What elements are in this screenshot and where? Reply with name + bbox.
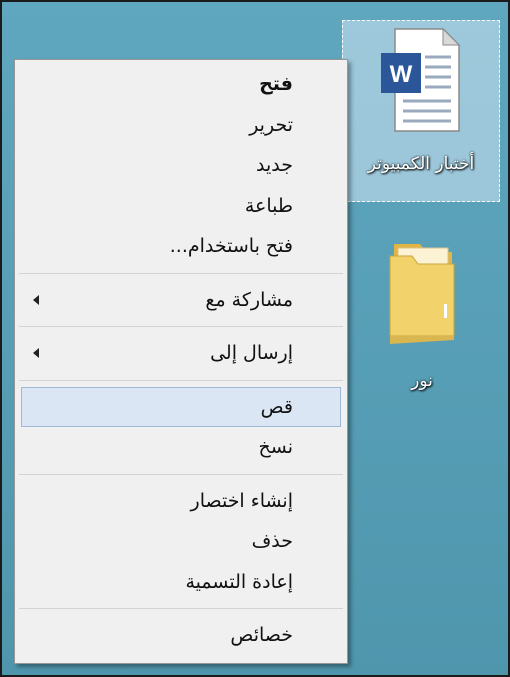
menu-separator — [19, 608, 343, 609]
context-menu: فتح تحرير جديد طباعة فتح باستخدام... مشا… — [14, 59, 348, 664]
menu-item-open[interactable]: فتح — [15, 64, 347, 105]
menu-item-label: إرسال إلى — [210, 342, 293, 364]
folder-icon — [389, 244, 455, 344]
menu-item-new[interactable]: جديد — [15, 145, 347, 186]
menu-item-open-with[interactable]: فتح باستخدام... — [15, 226, 347, 267]
menu-item-create-shortcut[interactable]: إنشاء اختصار — [15, 481, 347, 522]
submenu-arrow-icon — [33, 294, 39, 305]
menu-item-copy[interactable]: نسخ — [15, 427, 347, 468]
menu-item-cut[interactable]: قص — [21, 386, 341, 427]
menu-item-properties[interactable]: خصائص — [15, 615, 347, 656]
menu-item-rename[interactable]: إعادة التسمية — [15, 562, 347, 603]
menu-item-print[interactable]: طباعة — [15, 186, 347, 227]
menu-separator — [19, 473, 343, 475]
word-document-icon: W — [381, 27, 461, 132]
menu-item-send-to[interactable]: إرسال إلى — [15, 333, 347, 374]
menu-separator — [19, 326, 343, 327]
menu-item-edit[interactable]: تحرير — [15, 105, 347, 146]
menu-item-share-with[interactable]: مشاركة مع — [15, 280, 347, 321]
word-badge: W — [390, 61, 413, 88]
menu-item-delete[interactable]: حذف — [15, 521, 347, 562]
word-file-label: أختبار الكمبيوتر — [367, 154, 475, 174]
desktop-icon-word-document[interactable]: W أختبار الكمبيوتر — [342, 20, 500, 202]
desktop-icon-folder[interactable]: نور — [362, 240, 482, 400]
submenu-arrow-icon — [33, 348, 39, 359]
menu-separator — [19, 272, 343, 274]
menu-separator — [19, 379, 343, 381]
desktop: W أختبار الكمبيوتر نور فتح تحرير جديد طب… — [0, 0, 510, 677]
folder-label: نور — [411, 371, 433, 391]
menu-item-label: مشاركة مع — [205, 288, 293, 311]
